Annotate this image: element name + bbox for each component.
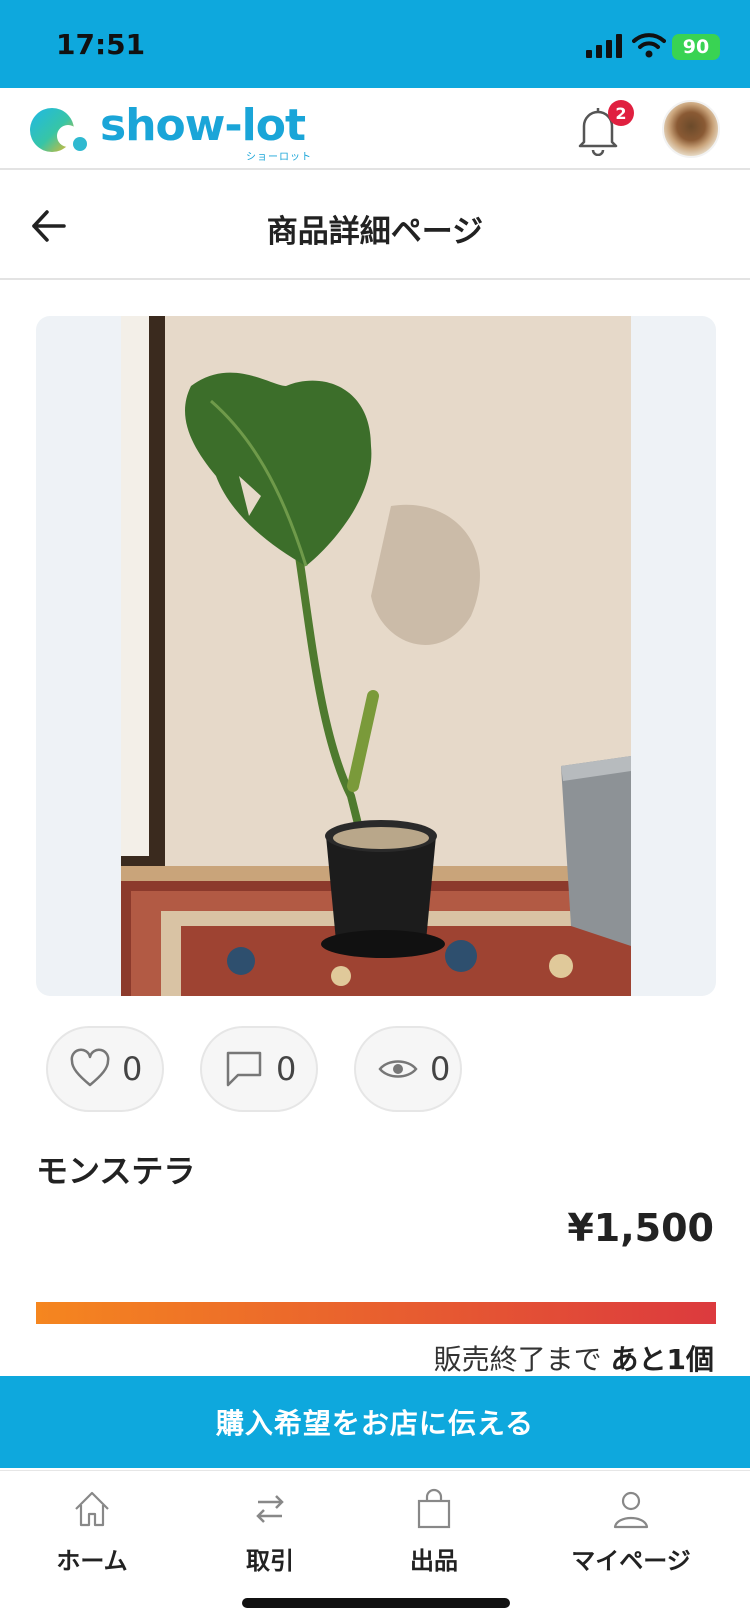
home-icon: [75, 1491, 109, 1527]
views-indicator: 0: [354, 1026, 462, 1112]
logo-subtitle: ショーロット: [246, 152, 312, 163]
status-bar: 17:51 90: [0, 0, 750, 88]
app-header: show-lot ショーロット 2: [0, 88, 750, 170]
eye-icon: [378, 1060, 418, 1078]
product-image-frame[interactable]: [36, 316, 716, 996]
like-button[interactable]: 0: [46, 1026, 164, 1112]
product-detail-page: 17:51 90 show-lot ショーロット 2 商品詳細ページ 0 0 0…: [0, 0, 750, 1624]
page-title: 商品詳細ページ: [266, 214, 484, 250]
purchase-request-label: 購入希望をお店に伝える: [215, 1407, 535, 1440]
logo-mark-icon: [30, 108, 87, 152]
battery-level: 90: [682, 36, 710, 58]
notifications-button[interactable]: 2: [576, 100, 634, 157]
view-count: 0: [430, 1050, 451, 1088]
home-indicator: [242, 1598, 510, 1608]
stock-status: 販売終了まで あと1個: [434, 1338, 714, 1378]
stock-remaining: あと1個: [610, 1343, 714, 1376]
tab-listing-label: 出品: [410, 1547, 458, 1575]
tab-transactions[interactable]: 取引: [185, 1487, 355, 1576]
tab-home-label: ホーム: [56, 1547, 128, 1575]
logo-wordmark: show-lot: [100, 100, 306, 151]
heart-icon: [70, 1048, 110, 1087]
status-time: 17:51: [56, 28, 146, 61]
cellular-signal-icon: [586, 34, 622, 58]
wifi-icon: [632, 33, 666, 58]
product-price: ¥1,500: [567, 1206, 714, 1250]
swap-arrows-icon: [256, 1495, 284, 1523]
tab-mypage-label: マイページ: [571, 1547, 691, 1575]
avatar[interactable]: [662, 100, 720, 158]
comment-count: 0: [276, 1050, 297, 1088]
battery-indicator: 90: [672, 34, 720, 60]
person-icon: [613, 1491, 649, 1529]
stock-progress-bar: [36, 1302, 716, 1324]
product-photo: [121, 316, 631, 996]
like-count: 0: [122, 1050, 143, 1088]
shopping-bag-icon: [417, 1488, 451, 1529]
notification-badge: 2: [608, 100, 634, 126]
tab-listing[interactable]: 出品: [349, 1487, 519, 1576]
app-logo[interactable]: show-lot ショーロット: [28, 100, 328, 163]
stock-label: 販売終了まで: [433, 1343, 602, 1376]
product-name: モンステラ: [36, 1152, 196, 1190]
purchase-request-button[interactable]: 購入希望をお店に伝える: [0, 1376, 750, 1468]
tab-home[interactable]: ホーム: [7, 1487, 177, 1576]
tab-mypage[interactable]: マイページ: [546, 1487, 716, 1576]
page-title-bar: 商品詳細ページ: [0, 170, 750, 280]
comment-button[interactable]: 0: [200, 1026, 318, 1112]
comment-icon: [226, 1051, 262, 1087]
tab-transactions-label: 取引: [246, 1547, 294, 1575]
